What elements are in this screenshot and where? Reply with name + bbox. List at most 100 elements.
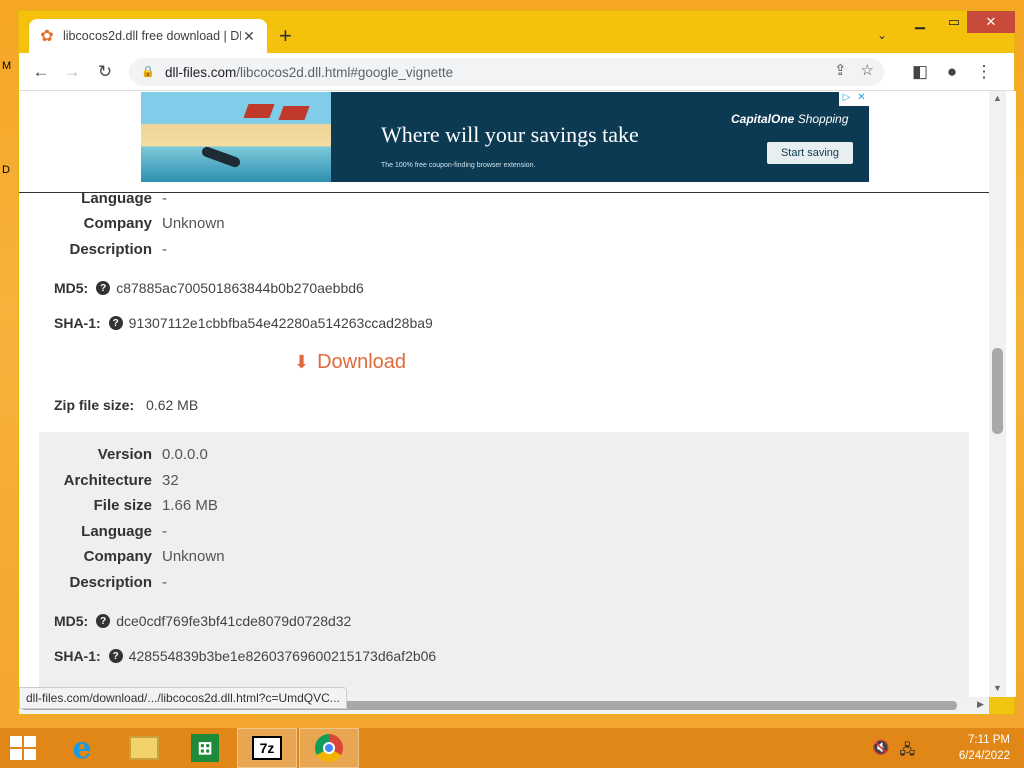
ad-close-icon[interactable]: ✕ xyxy=(854,92,869,106)
volume-muted-icon[interactable]: 🔇 xyxy=(872,739,889,763)
detail-row: Company Unknown xyxy=(39,212,225,234)
vertical-scroll-thumb[interactable] xyxy=(992,348,1003,434)
page-viewport: Where will your savings take The 100% fr… xyxy=(19,91,1016,697)
detail-key: File size xyxy=(93,496,152,514)
scroll-up-icon[interactable]: ▲ xyxy=(993,93,1002,103)
sha1-label: SHA-1: xyxy=(54,315,101,331)
download-label: Download xyxy=(317,351,407,373)
detail-row: Company Unknown xyxy=(39,545,225,567)
md5-row: MD5: ? c87885ac700501863844b0b270aebbd6 xyxy=(54,277,364,299)
ad-choices-icon[interactable]: ▷ xyxy=(839,92,854,106)
sha1-label: SHA-1: xyxy=(54,648,101,664)
taskbar-clock[interactable]: 7:11 PM 6/24/2022 xyxy=(959,732,1010,764)
sha1-row: SHA-1: ? 428554839b3be1e8260376960021517… xyxy=(54,645,436,667)
tab-search-chevron-icon[interactable]: ⌄ xyxy=(877,28,887,42)
windows-start-icon[interactable] xyxy=(10,736,36,760)
sha1-value: 428554839b3be1e82603769600215173d6af2b06 xyxy=(128,648,437,664)
minimize-icon[interactable]: ▁ xyxy=(903,11,937,33)
profile-avatar-icon[interactable]: ● xyxy=(940,60,964,84)
chrome-icon xyxy=(315,734,343,762)
tab-title: libcocos2d.dll free download | DLL xyxy=(63,29,241,43)
scroll-right-icon[interactable]: ▶ xyxy=(977,699,984,710)
lock-icon[interactable]: 🔒 xyxy=(141,65,155,79)
detail-key: Language xyxy=(81,522,152,540)
taskbar-store[interactable]: ⊞ xyxy=(175,728,235,768)
tab-active[interactable]: ✿ libcocos2d.dll free download | DLL ✕ xyxy=(29,19,267,53)
detail-value: 32 xyxy=(162,471,179,489)
new-tab-icon[interactable]: + xyxy=(279,25,292,47)
scroll-down-icon[interactable]: ▼ xyxy=(993,683,1002,693)
detail-value: Unknown xyxy=(162,214,225,232)
taskbar: e ⊞ 7z 🔇 🖧 7:11 PM 6/24/2022 xyxy=(0,728,1024,768)
zip-size-value: 0.62 MB xyxy=(146,397,199,413)
tab-strip: ✿ libcocos2d.dll free download | DLL ✕ +… xyxy=(19,11,1015,53)
help-question-icon[interactable]: ? xyxy=(96,281,111,295)
md5-row: MD5: ? dce0cdf769fe3bf41cde8079d0728d32 xyxy=(54,610,351,632)
detail-row: Description - xyxy=(39,571,167,593)
file-version-block: Version 0.0.0.0 Architecture 32 File siz… xyxy=(39,432,969,697)
md5-label: MD5: xyxy=(54,613,89,629)
clock-date: 6/24/2022 xyxy=(958,750,1010,762)
help-question-icon[interactable]: ? xyxy=(108,649,123,663)
internet-explorer-icon: e xyxy=(72,730,92,766)
dll-files-favicon-icon: ✿ xyxy=(40,28,54,45)
detail-row: Language - xyxy=(39,193,167,209)
help-question-icon[interactable]: ? xyxy=(108,316,123,330)
bookmark-star-icon[interactable]: ☆ xyxy=(861,61,874,79)
detail-row: Version 0.0.0.0 xyxy=(39,443,208,465)
vertical-scrollbar[interactable]: ▲ ▼ xyxy=(989,91,1006,697)
help-question-icon[interactable]: ? xyxy=(96,614,111,628)
detail-key: Version xyxy=(97,445,152,463)
md5-label: MD5: xyxy=(54,280,89,296)
detail-key: Architecture xyxy=(63,471,152,489)
detail-key: Language xyxy=(81,193,152,207)
detail-row: Language - xyxy=(39,520,167,542)
desktop-icon-label: M xyxy=(2,60,12,72)
md5-value: c87885ac700501863844b0b270aebbd6 xyxy=(116,280,364,296)
ad-beach-image xyxy=(141,92,331,182)
maximize-icon[interactable]: ▭ xyxy=(937,11,971,33)
download-link[interactable]: ⬇ Download xyxy=(294,351,406,374)
taskbar-7zip[interactable]: 7z xyxy=(237,728,297,768)
detail-key: Company xyxy=(83,214,152,232)
address-bar[interactable]: 🔒 dll-files.com/libcocos2d.dll.html#goog… xyxy=(129,58,884,86)
detail-row: File size 1.66 MB xyxy=(39,494,218,516)
detail-key: Company xyxy=(83,547,152,565)
url-text: dll-files.com/libcocos2d.dll.html#google… xyxy=(165,64,454,80)
7zip-icon: 7z xyxy=(252,736,282,760)
close-window-icon[interactable]: ✕ xyxy=(967,11,1015,33)
ad-choices[interactable]: ▷ ✕ xyxy=(839,92,869,106)
detail-value: - xyxy=(162,193,167,207)
ad-start-saving-button[interactable]: Start saving xyxy=(767,142,853,164)
md5-value: dce0cdf769fe3bf41cde8079d0728d32 xyxy=(116,613,352,629)
detail-value: - xyxy=(162,522,167,540)
forward-arrow-icon[interactable]: → xyxy=(60,60,84,84)
browser-window: ✿ libcocos2d.dll free download | DLL ✕ +… xyxy=(18,10,1016,715)
detail-value: Unknown xyxy=(162,547,225,565)
ad-subtext: The 100% free coupon-finding browser ext… xyxy=(381,162,536,169)
reload-icon[interactable]: ↻ xyxy=(93,60,117,84)
taskbar-internet-explorer[interactable]: e xyxy=(52,728,112,768)
detail-value: 1.66 MB xyxy=(162,496,218,514)
share-icon[interactable]: ⇪ xyxy=(834,61,847,79)
back-arrow-icon[interactable]: ← xyxy=(29,60,53,84)
link-status-bar: dll-files.com/download/.../libcocos2d.dl… xyxy=(19,687,347,709)
menu-kebab-icon[interactable]: ⋮ xyxy=(972,60,996,84)
ad-headline: Where will your savings take xyxy=(381,122,639,147)
store-icon: ⊞ xyxy=(191,734,219,762)
taskbar-chrome[interactable] xyxy=(299,728,359,768)
side-panel-icon[interactable]: ◧ xyxy=(908,60,932,84)
tab-close-icon[interactable]: ✕ xyxy=(241,28,257,44)
detail-value: - xyxy=(162,240,167,258)
detail-key: Description xyxy=(69,573,152,591)
browser-toolbar: ← → ↻ 🔒 dll-files.com/libcocos2d.dll.htm… xyxy=(19,53,1014,91)
ad-banner[interactable]: Where will your savings take The 100% fr… xyxy=(141,92,869,182)
taskbar-file-explorer[interactable] xyxy=(114,728,174,768)
desktop-icon-label: D xyxy=(2,164,10,176)
detail-row: Architecture 32 xyxy=(39,469,179,491)
omnibox-actions: ⇪ ☆ xyxy=(834,61,874,79)
network-icon[interactable]: 🖧 xyxy=(899,739,915,763)
sha1-value: 91307112e1cbbfba54e42280a514263ccad28ba9 xyxy=(128,315,433,331)
download-icon: ⬇ xyxy=(294,352,310,372)
detail-row: Description - xyxy=(39,238,167,260)
